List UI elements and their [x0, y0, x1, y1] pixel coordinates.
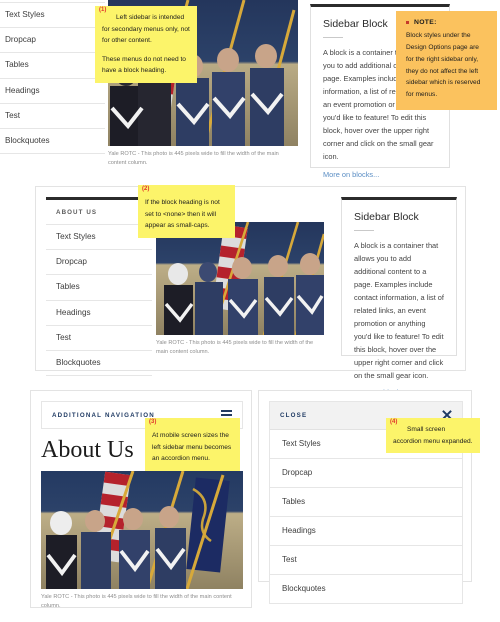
photo-caption-2: Yale ROTC - This photo is 445 pixels wid…	[156, 340, 314, 355]
rotc-photo-3	[41, 471, 243, 590]
sidebar-block-card-2: Sidebar Block A block is a container tha…	[341, 197, 457, 397]
accordion-item-test[interactable]: Test	[270, 546, 462, 575]
sidebar-item-headings[interactable]: Headings	[0, 79, 105, 104]
accordion-item-tables[interactable]: Tables	[270, 488, 462, 517]
sidebar-item-blockquotes[interactable]: Blockquotes	[0, 129, 105, 155]
annotation-3-text: At mobile screen sizes the left sidebar …	[152, 432, 232, 463]
note-body: Block styles under the Design Options pa…	[406, 32, 481, 99]
annotation-2-text: If the block heading is not set to <none…	[145, 199, 220, 230]
accordion-item-headings[interactable]: Headings	[270, 517, 462, 546]
sidebar-block-body-2: A block is a container that allows you t…	[354, 241, 444, 380]
left-sidebar-menu-2: ABOUT US Text Styles Dropcap Tables Head…	[46, 197, 152, 377]
annotation-1-line-2: These menus do not need to have a block …	[102, 55, 186, 75]
close-label: CLOSE	[280, 412, 308, 419]
sidebar-item-test[interactable]: Test	[0, 104, 105, 130]
annotation-1-line-1: Left sidebar is intended for secondary m…	[102, 14, 190, 45]
note-bullet-icon	[406, 21, 409, 24]
sidebar-item-dropcap[interactable]: Dropcap	[0, 28, 105, 54]
annotation-4-text: Small screen accordion menu expanded.	[393, 426, 473, 445]
annotation-2: (2) If the block heading is not set to <…	[138, 185, 235, 238]
panel-with-block-heading: ABOUT US Text Styles Dropcap Tables Head…	[35, 186, 466, 397]
annotation-2-marker: (2)	[142, 186, 150, 192]
accordion-item-dropcap[interactable]: Dropcap	[270, 459, 462, 488]
title-divider	[323, 37, 343, 38]
photo-caption-1: Yale ROTC - This photo is 445 pixels wid…	[108, 151, 279, 166]
rotc-photo-image-3	[41, 471, 243, 590]
sidebar-item-test-2[interactable]: Test	[46, 326, 152, 352]
main-content-column-2: Yale ROTC - This photo is 445 pixels wid…	[156, 222, 324, 356]
title-divider-2	[354, 230, 374, 231]
sidebar-item-tables[interactable]: Tables	[0, 53, 105, 79]
annotation-1: (1) Left sidebar is intended for seconda…	[95, 6, 197, 83]
sidebar-item-headings-2[interactable]: Headings	[46, 301, 152, 326]
note-callout: NOTE: Block styles under the Design Opti…	[396, 11, 497, 111]
annotation-4: (4) Small screen accordion menu expanded…	[386, 418, 480, 454]
note-title: NOTE:	[414, 19, 437, 26]
annotation-1-marker: (1)	[99, 7, 107, 13]
more-on-blocks-link[interactable]: More on blocks...	[323, 170, 379, 179]
accordion-item-blockquotes[interactable]: Blockquotes	[270, 575, 462, 603]
annotation-3: (3) At mobile screen sizes the left side…	[145, 418, 240, 471]
screenshot-root: Text Styles Dropcap Tables Headings Test…	[0, 0, 500, 622]
sidebar-item-text-styles-2[interactable]: Text Styles	[46, 224, 152, 251]
menu-block-heading: ABOUT US	[56, 209, 98, 216]
sidebar-item-text-styles[interactable]: Text Styles	[0, 2, 105, 29]
additional-navigation-label: ADDITIONAL NAVIGATION	[52, 411, 155, 419]
sidebar-block-title-2: Sidebar Block	[354, 211, 419, 223]
sidebar-item-tables-2[interactable]: Tables	[46, 275, 152, 301]
note-header: NOTE:	[406, 19, 488, 26]
rotc-photo-2	[156, 222, 324, 335]
annotation-4-marker: (4)	[390, 419, 398, 425]
annotation-3-marker: (3)	[149, 419, 157, 425]
sidebar-item-blockquotes-2[interactable]: Blockquotes	[46, 351, 152, 377]
rotc-photo-image-2	[156, 222, 324, 335]
sidebar-item-dropcap-2[interactable]: Dropcap	[46, 250, 152, 276]
photo-caption-3: Yale ROTC - This photo is 445 pixels wid…	[41, 594, 232, 610]
left-sidebar-menu-1: Text Styles Dropcap Tables Headings Test…	[0, 2, 105, 155]
